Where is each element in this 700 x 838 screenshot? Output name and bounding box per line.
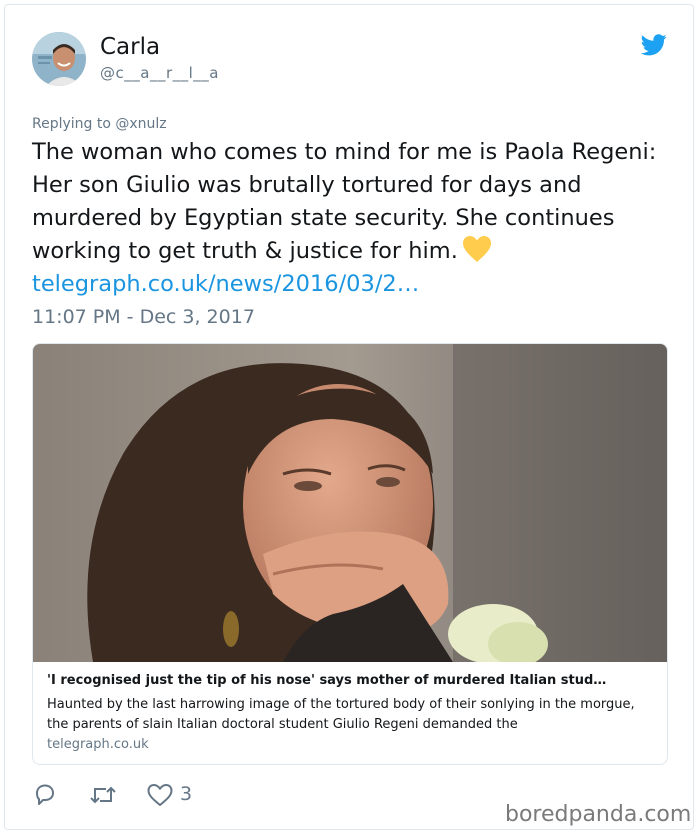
tweet-text: The woman who comes to mind for me is Pa…	[32, 136, 672, 301]
twitter-bird-icon[interactable]	[640, 34, 667, 56]
tweet-body: The woman who comes to mind for me is Pa…	[32, 139, 657, 264]
retweet-button[interactable]	[88, 782, 120, 810]
card-description: Haunted by the last harrowing image of t…	[47, 697, 635, 732]
card-title[interactable]: 'I recognised just the tip of his nose' …	[47, 673, 655, 688]
tweet-timestamp[interactable]: 11:07 PM - Dec 3, 2017	[32, 306, 255, 328]
replying-to-text[interactable]: Replying to @xnulz	[32, 116, 167, 132]
link-card[interactable]: 'I recognised just the tip of his nose' …	[32, 343, 668, 765]
card-photo[interactable]	[33, 344, 667, 666]
heart-icon	[146, 784, 174, 812]
retweet-icon	[88, 786, 118, 812]
avatar[interactable]	[32, 32, 86, 86]
yellow-heart-icon	[462, 235, 492, 263]
like-button[interactable]: 3	[146, 782, 206, 810]
display-name[interactable]: Carla	[100, 34, 160, 60]
card-domain[interactable]: telegraph.co.uk	[47, 737, 149, 752]
reply-icon	[32, 784, 58, 812]
reply-button[interactable]	[32, 782, 60, 810]
like-count: 3	[180, 783, 193, 805]
watermark: boredpanda.com	[505, 802, 692, 827]
tweet-link[interactable]: telegraph.co.uk/news/2016/03/2…	[32, 271, 419, 297]
user-handle[interactable]: @c__a__r__l__a	[100, 64, 219, 82]
